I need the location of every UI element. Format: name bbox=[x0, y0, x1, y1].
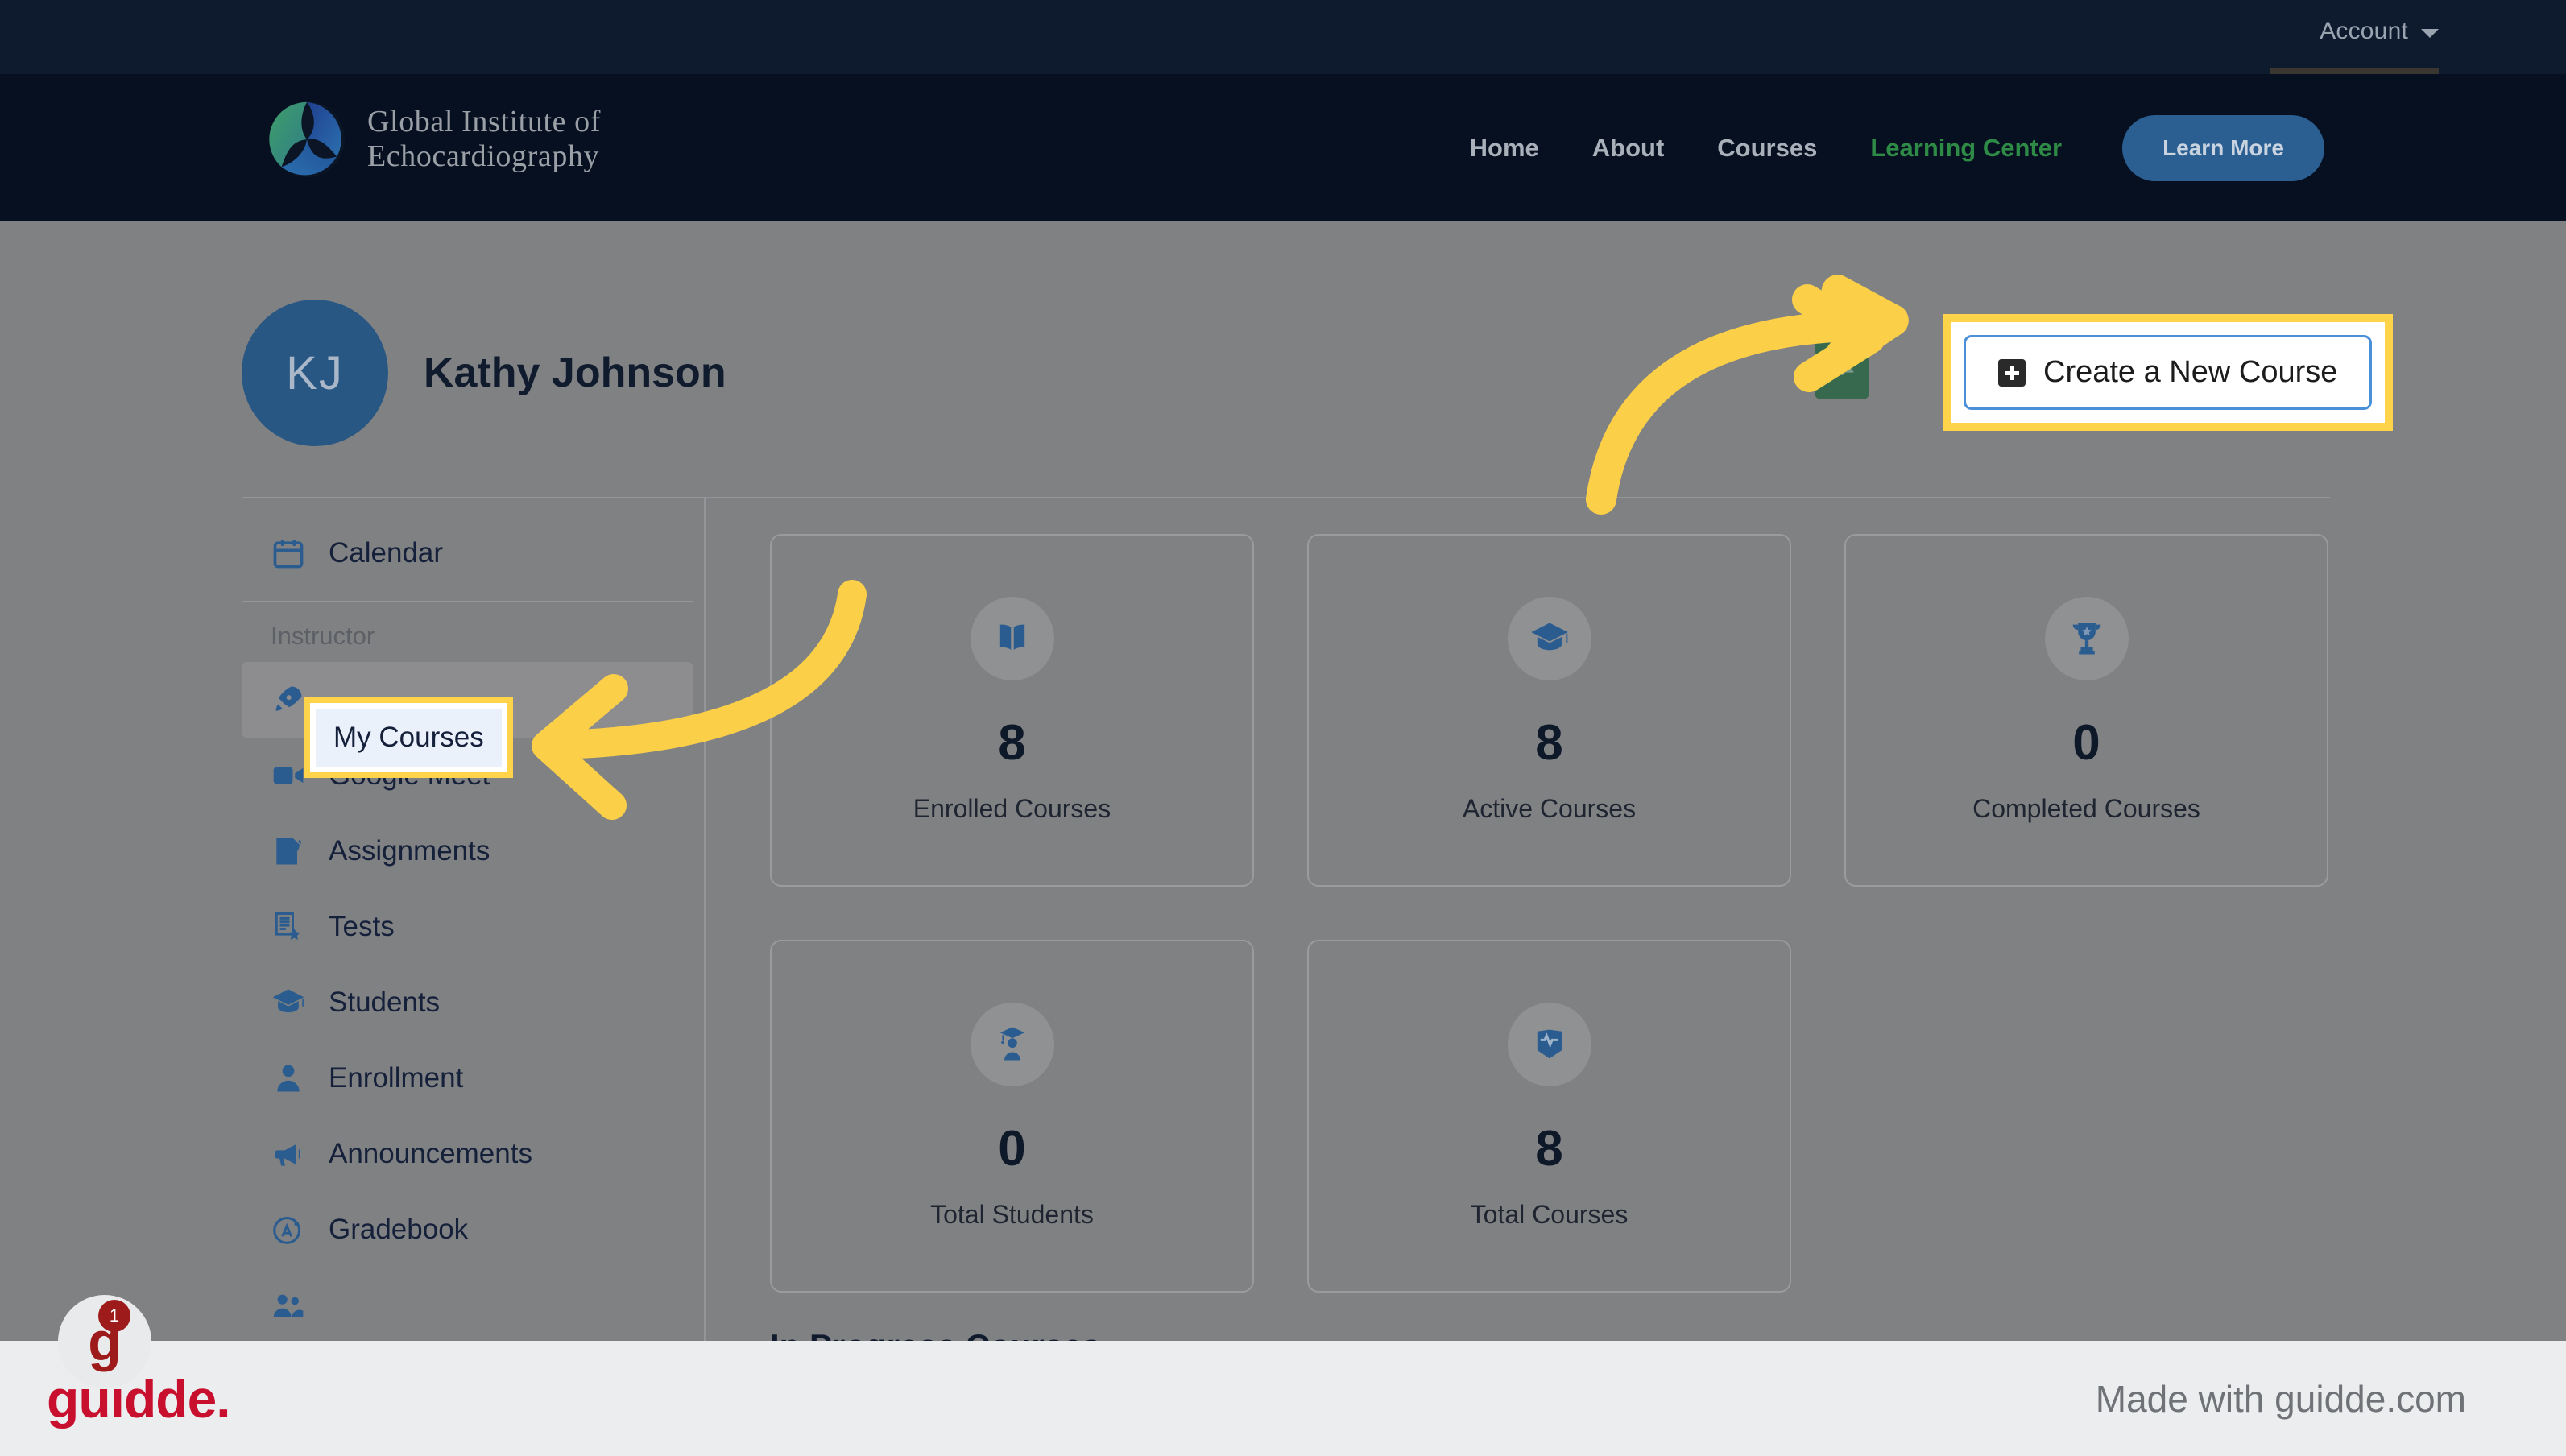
video-camera-icon bbox=[273, 767, 304, 784]
stat-card-completed-courses[interactable]: 0 Completed Courses bbox=[1844, 534, 2328, 887]
stat-icon-wrap bbox=[970, 597, 1054, 680]
nav-link-courses[interactable]: Courses bbox=[1691, 134, 1844, 163]
site-brand[interactable]: Global Institute of Echocardiography bbox=[267, 100, 601, 179]
avatar: KJ bbox=[242, 300, 388, 446]
chevron-down-icon bbox=[2421, 29, 2439, 38]
sidebar-item-label: Announcements bbox=[329, 1138, 532, 1169]
stat-icon-wrap bbox=[1507, 1003, 1591, 1086]
stat-label: Enrolled Courses bbox=[913, 794, 1111, 823]
sidebar-item-label: Calendar bbox=[329, 537, 444, 569]
nav-link-home[interactable]: Home bbox=[1443, 134, 1566, 163]
stat-value: 0 bbox=[998, 1121, 1026, 1177]
stat-card-active-courses[interactable]: 8 Active Courses bbox=[1307, 534, 1791, 887]
stat-value: 8 bbox=[1535, 715, 1563, 771]
sidebar-item-announcements[interactable]: Announcements bbox=[242, 1116, 693, 1192]
user-profile-header: KJ Kathy Johnson bbox=[242, 300, 726, 446]
stat-label: Total Courses bbox=[1470, 1200, 1629, 1229]
nav-link-learning-center[interactable]: Learning Center bbox=[1844, 134, 2088, 163]
sidebar-item-students[interactable]: Students bbox=[242, 965, 693, 1040]
stats-row-2: 0 Total Students 8 Total Courses bbox=[770, 940, 2328, 1293]
sidebar-item-label: Assignments bbox=[329, 835, 490, 867]
stat-card-enrolled-courses[interactable]: 8 Enrolled Courses bbox=[770, 534, 1254, 887]
graduation-cap-icon bbox=[272, 989, 304, 1013]
learn-more-button[interactable]: Learn More bbox=[2122, 114, 2324, 181]
stat-icon-wrap bbox=[2044, 597, 2129, 680]
notifications-button[interactable] bbox=[1815, 325, 1869, 399]
stats-row-1: 8 Enrolled Courses 8 Active Courses 0 Co… bbox=[770, 534, 2328, 887]
calendar-icon bbox=[273, 540, 304, 569]
account-menu[interactable]: Account bbox=[2320, 18, 2439, 45]
open-book-icon bbox=[999, 624, 1024, 650]
person-icon bbox=[277, 1065, 300, 1092]
brand-wordmark: Global Institute of Echocardiography bbox=[367, 105, 601, 173]
sidebar-item-enrollment[interactable]: Enrollment bbox=[242, 1040, 693, 1116]
stat-label: Active Courses bbox=[1462, 794, 1637, 823]
create-course-highlight-inner: Create a New Course bbox=[1951, 322, 2386, 423]
stats-grid: 8 Enrolled Courses 8 Active Courses 0 Co… bbox=[770, 534, 2328, 1346]
sidebar-item-gradebook[interactable]: Gradebook bbox=[242, 1192, 693, 1268]
stat-value: 8 bbox=[998, 715, 1026, 771]
stat-label: Completed Courses bbox=[1972, 794, 2200, 823]
brand-line-2: Echocardiography bbox=[367, 139, 600, 173]
my-courses-chip[interactable]: My Courses bbox=[316, 709, 502, 767]
stat-label: Total Students bbox=[930, 1200, 1094, 1229]
my-courses-highlight: My Courses bbox=[304, 697, 513, 778]
triskelion-circle-logo bbox=[268, 101, 346, 178]
stat-card-total-students[interactable]: 0 Total Students bbox=[770, 940, 1254, 1293]
sidebar-divider bbox=[704, 497, 706, 1341]
heartbeat-book-icon bbox=[1537, 1029, 1562, 1059]
grade-a-plus-icon bbox=[273, 1216, 301, 1244]
app-root: Account Global Institute of Echocardiogr… bbox=[0, 0, 2566, 1456]
stat-value: 0 bbox=[2072, 715, 2100, 771]
create-new-course-label: Create a New Course bbox=[2043, 355, 2338, 389]
my-courses-highlight-inner: My Courses bbox=[310, 703, 507, 772]
trophy-icon bbox=[2072, 623, 2100, 655]
guidde-footer: guidde. Made with guidde.com bbox=[0, 1341, 2566, 1456]
stat-value: 8 bbox=[1535, 1121, 1563, 1177]
sidebar: Calendar Instructor My Courses Google Me… bbox=[242, 515, 693, 1337]
sidebar-item-label: Enrollment bbox=[329, 1062, 464, 1094]
document-star-icon bbox=[275, 912, 300, 940]
header-divider bbox=[242, 497, 2330, 498]
sidebar-item-label: Students bbox=[329, 987, 441, 1018]
nav-links: Home About Courses Learning Center Learn… bbox=[1443, 74, 2324, 221]
sidebar-item-label: Gradebook bbox=[329, 1214, 469, 1245]
page-title: Kathy Johnson bbox=[424, 350, 726, 396]
create-new-course-button[interactable]: Create a New Course bbox=[1964, 335, 2373, 410]
bell-icon bbox=[1830, 349, 1854, 375]
account-label: Account bbox=[2320, 18, 2408, 44]
megaphone-icon bbox=[275, 1144, 300, 1166]
sidebar-group-instructor: Instructor bbox=[271, 622, 375, 650]
graduation-cap-icon bbox=[1530, 623, 1568, 651]
people-icon bbox=[273, 1294, 304, 1317]
sidebar-separator bbox=[242, 601, 693, 602]
stat-icon-wrap bbox=[1507, 597, 1591, 680]
checklist-icon bbox=[276, 838, 302, 865]
plus-square-icon bbox=[1998, 358, 2026, 387]
sidebar-item-calendar[interactable]: Calendar bbox=[242, 515, 693, 591]
stat-icon-wrap bbox=[970, 1003, 1054, 1086]
brand-line-1: Global Institute of bbox=[367, 105, 602, 139]
sidebar-scroll-region: Calendar Instructor My Courses Google Me… bbox=[242, 515, 693, 1337]
account-menu-underline bbox=[2270, 68, 2439, 74]
sidebar-item-assignments[interactable]: Assignments bbox=[242, 813, 693, 889]
sidebar-item-label: Tests bbox=[329, 911, 395, 942]
chat-unread-badge: 1 bbox=[98, 1300, 130, 1332]
stat-card-total-courses[interactable]: 8 Total Courses bbox=[1307, 940, 1791, 1293]
made-with-guidde-label: Made with guidde.com bbox=[2095, 1377, 2466, 1420]
top-utility-bar: Account bbox=[0, 0, 2566, 74]
student-icon bbox=[999, 1027, 1024, 1061]
create-course-highlight: Create a New Course bbox=[1943, 314, 2394, 431]
sidebar-item-tests[interactable]: Tests bbox=[242, 889, 693, 965]
sidebar-item-clipped[interactable] bbox=[242, 1268, 693, 1337]
rocket-icon bbox=[275, 686, 302, 711]
nav-link-about[interactable]: About bbox=[1566, 134, 1691, 163]
